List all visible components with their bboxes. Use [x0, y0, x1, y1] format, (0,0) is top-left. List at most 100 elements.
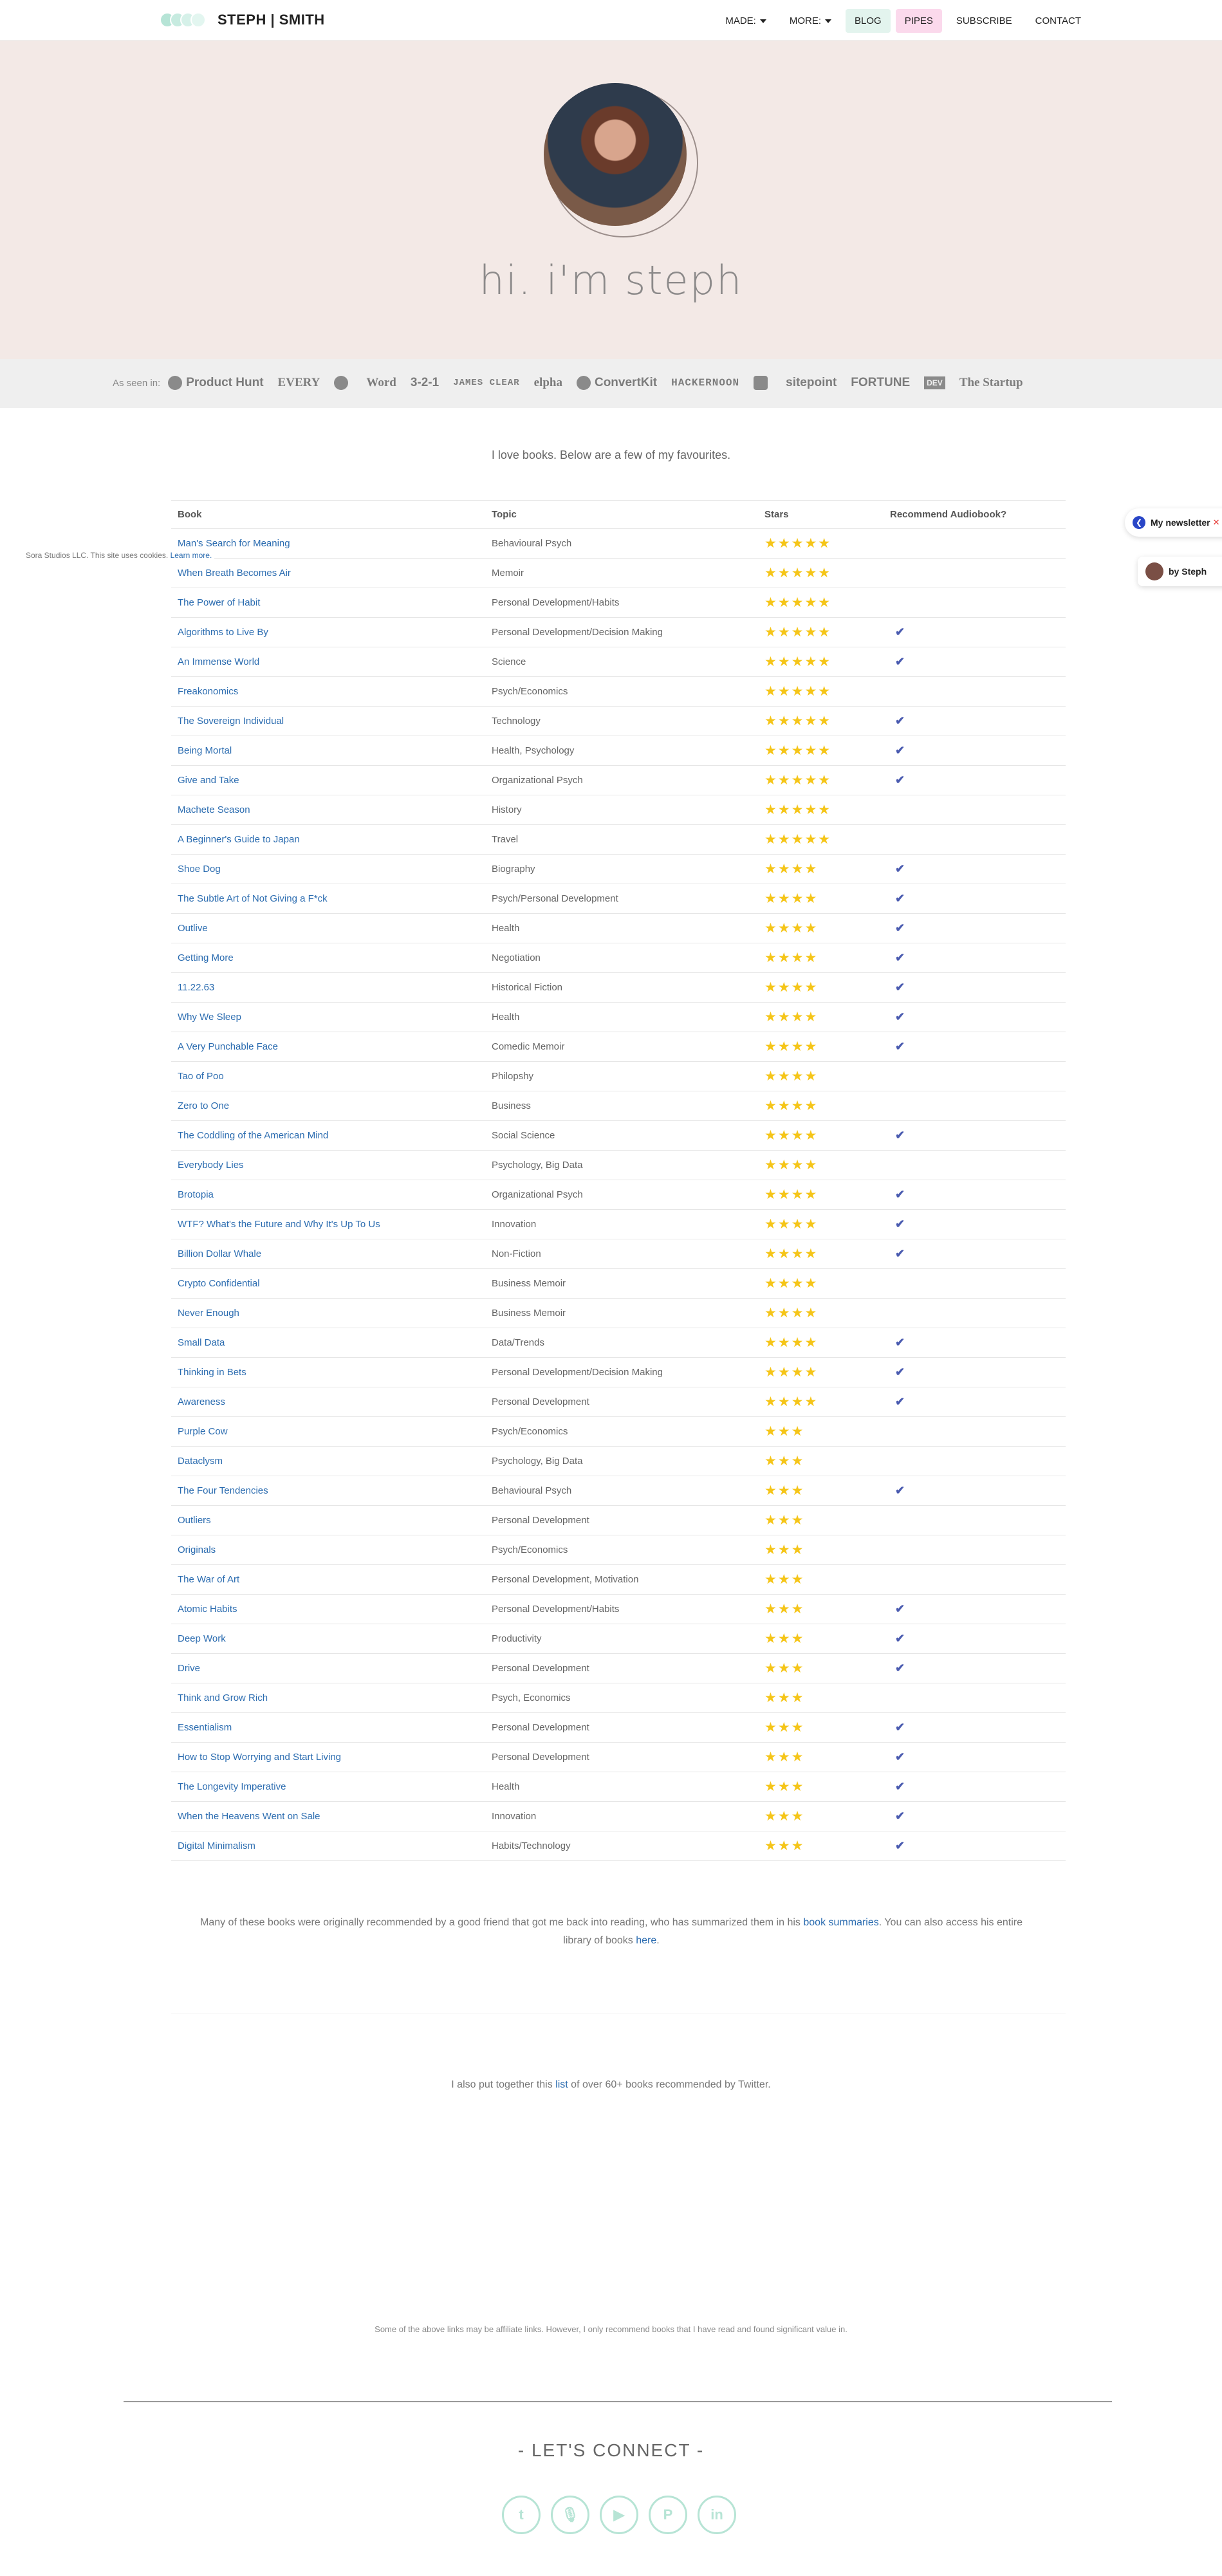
producthunt-icon[interactable]: P	[649, 2496, 687, 2534]
book-link[interactable]: The Power of Habit	[178, 597, 260, 608]
three-two-one-logo[interactable]: 3-2-1	[411, 376, 439, 390]
book-link[interactable]: 11.22.63	[178, 982, 214, 993]
hackernoon-logo[interactable]: HACKERNOON	[671, 377, 739, 389]
nav-pipes-link[interactable]: PIPES	[895, 9, 942, 33]
nav-made-dropdown[interactable]: MADE:	[716, 9, 775, 33]
book-link[interactable]: When Breath Becomes Air	[178, 568, 291, 579]
book-link[interactable]: Awareness	[178, 1396, 225, 1407]
table-row: The Sovereign Individual Technology ★★★★★ ✔	[171, 706, 1066, 736]
audiobook-cell: ✔	[884, 1801, 1066, 1831]
book-link[interactable]: Tao of Poo	[178, 1071, 224, 1082]
book-link[interactable]: Algorithms to Live By	[178, 627, 268, 638]
book-link[interactable]: Shoe Dog	[178, 864, 221, 875]
audiobook-cell: ✔	[884, 972, 1066, 1003]
word-logo[interactable]: Word	[366, 376, 396, 390]
james-clear-logo[interactable]: JAMES CLEAR	[453, 378, 519, 388]
table-row: When the Heavens Went on Sale Innovation ★…	[171, 1801, 1066, 1831]
book-link[interactable]: Think and Grow Rich	[178, 1692, 268, 1703]
star-rating: ★★★	[764, 1809, 805, 1824]
stars-cell: ★★★★	[758, 1002, 884, 1032]
book-link[interactable]: The Four Tendencies	[178, 1485, 268, 1496]
book-link[interactable]: Purple Cow	[178, 1426, 228, 1437]
book-link[interactable]: Originals	[178, 1544, 216, 1555]
by-steph-widget[interactable]: by Steph	[1138, 557, 1222, 586]
youtube-icon[interactable]: ▶	[600, 2496, 638, 2534]
book-link[interactable]: Being Mortal	[178, 745, 232, 756]
book-link[interactable]: Brotopia	[178, 1189, 214, 1200]
nav-blog-link[interactable]: BLOG	[846, 9, 891, 33]
checkmark-icon: ✔	[895, 922, 905, 934]
book-link[interactable]: When the Heavens Went on Sale	[178, 1811, 320, 1822]
convertkit-logo[interactable]: ConvertKit	[576, 376, 657, 390]
book-link[interactable]: Deep Work	[178, 1633, 226, 1644]
nav-subscribe-link[interactable]: SUBSCRIBE	[947, 9, 1021, 33]
elpha-logo[interactable]: elpha	[534, 376, 562, 390]
book-link[interactable]: The Longevity Imperative	[178, 1781, 286, 1792]
recommendation-note: Many of these books were originally reco…	[193, 1914, 1030, 1950]
checkmark-icon: ✔	[895, 1662, 905, 1674]
stars-cell: ★★★★★	[758, 765, 884, 795]
book-link[interactable]: Outliers	[178, 1515, 211, 1526]
cookie-learn-more-link[interactable]: Learn more.	[171, 551, 212, 560]
microphone-icon[interactable]: 🎙	[551, 2496, 589, 2534]
newsletter-widget[interactable]: ❮ My newsletter ✕	[1125, 508, 1222, 537]
audiobook-cell: ✔	[884, 1624, 1066, 1654]
book-link[interactable]: Never Enough	[178, 1308, 239, 1319]
book-link[interactable]: Crypto Confidential	[178, 1278, 260, 1289]
producthunt-logo[interactable]: Product Hunt	[168, 376, 264, 390]
dev-logo[interactable]: DEV	[924, 376, 945, 389]
book-link[interactable]: Outlive	[178, 923, 208, 934]
book-link[interactable]: Give and Take	[178, 775, 239, 786]
audiobook-cell	[884, 795, 1066, 825]
table-row: The Longevity Imperative Health ★★★ ✔	[171, 1772, 1066, 1802]
book-link[interactable]: Why We Sleep	[178, 1012, 241, 1023]
book-link[interactable]: Billion Dollar Whale	[178, 1248, 261, 1259]
book-cell: Never Enough	[171, 1298, 485, 1328]
book-link[interactable]: The War of Art	[178, 1574, 239, 1585]
book-link[interactable]: Atomic Habits	[178, 1604, 237, 1615]
library-here-link[interactable]: here	[636, 1935, 656, 1946]
book-link[interactable]: Machete Season	[178, 804, 250, 815]
site-logo[interactable]: STEPH | SMITH	[160, 12, 325, 28]
the-startup-logo[interactable]: The Startup	[959, 376, 1023, 390]
twitter-list-link[interactable]: list	[555, 2079, 568, 2090]
stars-cell: ★★★★	[758, 1328, 884, 1358]
book-link[interactable]: WTF? What's the Future and Why It's Up T…	[178, 1219, 380, 1230]
checkmark-icon: ✔	[895, 892, 905, 905]
book-link[interactable]: Drive	[178, 1663, 200, 1674]
book-link[interactable]: Dataclysm	[178, 1456, 223, 1467]
audiobook-cell: ✔	[884, 1476, 1066, 1506]
book-link[interactable]: Getting More	[178, 952, 234, 963]
book-link[interactable]: The Sovereign Individual	[178, 716, 284, 727]
star-rating: ★★★★	[764, 891, 819, 906]
fortune-logo[interactable]: FORTUNE	[851, 376, 910, 390]
book-link[interactable]: Thinking in Bets	[178, 1367, 246, 1378]
every-logo[interactable]: EVERY	[278, 376, 320, 390]
book-link[interactable]: Man's Search for Meaning	[178, 538, 290, 549]
book-link[interactable]: Freakonomics	[178, 686, 238, 697]
book-link[interactable]: How to Stop Worrying and Start Living	[178, 1752, 341, 1763]
book-link[interactable]: A Very Punchable Face	[178, 1041, 278, 1052]
table-row: The War of Art Personal Development, Moti…	[171, 1564, 1066, 1595]
social-links: t 🎙 ▶ P in	[502, 2496, 746, 2534]
book-link[interactable]: The Coddling of the American Mind	[178, 1130, 328, 1141]
nav-contact-link[interactable]: CONTACT	[1026, 9, 1090, 33]
book-cell: Drive	[171, 1653, 485, 1683]
book-link[interactable]: Small Data	[178, 1337, 225, 1348]
ycombinator-logo[interactable]	[334, 376, 352, 390]
book-link[interactable]: Zero to One	[178, 1100, 229, 1111]
nav-more-dropdown[interactable]: MORE:	[781, 9, 840, 33]
close-icon[interactable]: ✕	[1213, 517, 1220, 528]
nav-more-label: MORE:	[789, 15, 822, 26]
book-link[interactable]: Digital Minimalism	[178, 1840, 255, 1851]
book-link[interactable]: A Beginner's Guide to Japan	[178, 834, 300, 845]
book-summaries-link[interactable]: book summaries	[803, 1917, 878, 1928]
linkedin-icon[interactable]: in	[698, 2496, 736, 2534]
book-link[interactable]: The Subtle Art of Not Giving a F*ck	[178, 893, 328, 904]
star-rating: ★★★★	[764, 1217, 819, 1232]
book-link[interactable]: Essentialism	[178, 1722, 232, 1733]
twitter-icon[interactable]: t	[502, 2496, 541, 2534]
book-link[interactable]: An Immense World	[178, 656, 259, 667]
sitepoint-logo[interactable]: sitepoint	[786, 376, 837, 390]
book-link[interactable]: Everybody Lies	[178, 1160, 244, 1171]
